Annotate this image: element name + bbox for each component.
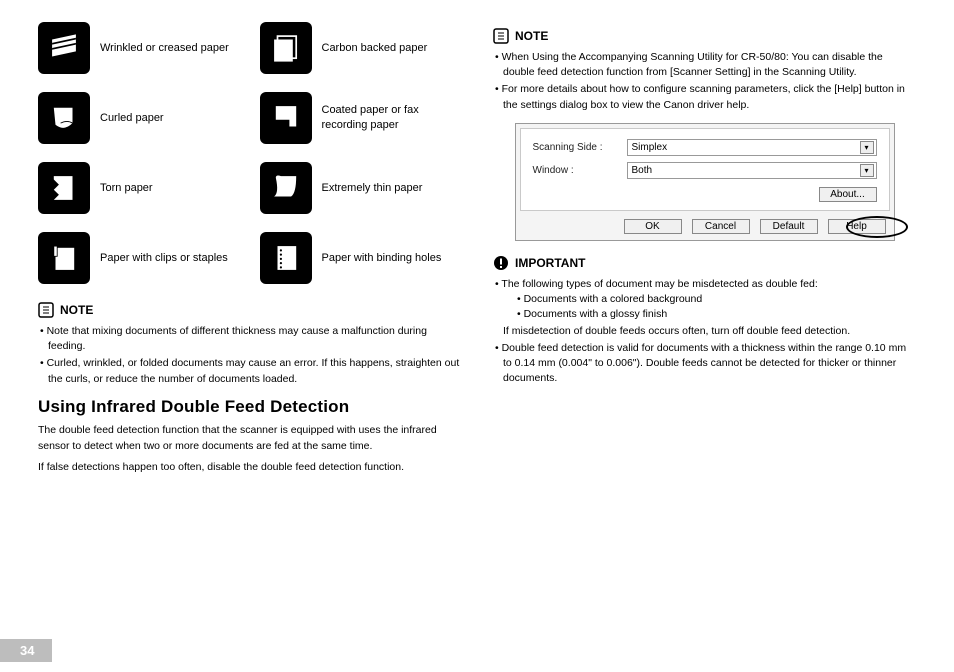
window-value: Both xyxy=(632,165,653,176)
paper-item-curled: Curled paper xyxy=(38,92,240,144)
paper-item-thin: Extremely thin paper xyxy=(260,162,462,214)
paper-item-coated: Coated paper or fax recording paper xyxy=(260,92,462,144)
thin-paper-icon xyxy=(260,162,312,214)
chevron-down-icon: ▾ xyxy=(860,141,874,154)
curled-paper-icon xyxy=(38,92,90,144)
section-heading: Using Infrared Double Feed Detection xyxy=(38,397,461,417)
left-column: Wrinkled or creased paper Carbon backed … xyxy=(38,22,461,612)
important-bullet: The following types of document may be m… xyxy=(495,277,916,339)
dialog-row-window: Window : Both ▾ xyxy=(533,162,877,179)
window-label: Window : xyxy=(533,165,617,176)
binding-paper-icon xyxy=(260,232,312,284)
note-icon xyxy=(493,28,509,44)
note-heading: NOTE xyxy=(493,28,916,44)
paper-item-clips: Paper with clips or staples xyxy=(38,232,240,284)
important-sub-bullet: Documents with a glossy finish xyxy=(517,307,916,322)
about-button[interactable]: About... xyxy=(819,187,877,202)
settings-dialog: Scanning Side : Simplex ▾ Window : Both … xyxy=(493,123,916,241)
default-button[interactable]: Default xyxy=(760,219,818,234)
paper-label: Wrinkled or creased paper xyxy=(100,41,229,56)
note-bullet: Curled, wrinkled, or folded documents ma… xyxy=(40,356,461,386)
note-heading: NOTE xyxy=(38,302,461,318)
important-icon xyxy=(493,255,509,271)
paper-label: Carbon backed paper xyxy=(322,41,428,56)
paper-type-grid: Wrinkled or creased paper Carbon backed … xyxy=(38,22,461,284)
important-bullet: Double feed detection is valid for docum… xyxy=(495,341,916,387)
paper-label: Coated paper or fax recording paper xyxy=(322,103,462,133)
note-bullet: Note that mixing documents of different … xyxy=(40,324,461,354)
ok-button[interactable]: OK xyxy=(624,219,682,234)
clips-paper-icon xyxy=(38,232,90,284)
page-number: 34 xyxy=(0,639,52,662)
note-label: NOTE xyxy=(515,29,548,43)
note-icon xyxy=(38,302,54,318)
note-label: NOTE xyxy=(60,303,93,317)
note-bullet: For more details about how to configure … xyxy=(495,82,916,112)
chevron-down-icon: ▾ xyxy=(860,164,874,177)
important-list: The following types of document may be m… xyxy=(493,277,916,387)
paper-label: Extremely thin paper xyxy=(322,181,423,196)
important-label: IMPORTANT xyxy=(515,256,585,270)
scanning-side-value: Simplex xyxy=(632,142,668,153)
dialog-button-row: OK Cancel Default Help xyxy=(516,215,894,240)
help-button[interactable]: Help xyxy=(828,219,886,234)
note-list: Note that mixing documents of different … xyxy=(38,324,461,387)
paper-label: Paper with binding holes xyxy=(322,251,442,266)
scanning-side-select[interactable]: Simplex ▾ xyxy=(627,139,877,156)
carbon-paper-icon xyxy=(260,22,312,74)
important-after-text: If misdetection of double feeds occurs o… xyxy=(503,324,916,339)
paper-item-binding: Paper with binding holes xyxy=(260,232,462,284)
paper-item-wrinkled: Wrinkled or creased paper xyxy=(38,22,240,74)
paper-label: Curled paper xyxy=(100,111,164,126)
important-bullet-text: The following types of document may be m… xyxy=(501,278,817,290)
note-bullet: When Using the Accompanying Scanning Uti… xyxy=(495,50,916,80)
window-select[interactable]: Both ▾ xyxy=(627,162,877,179)
dialog-panel: Scanning Side : Simplex ▾ Window : Both … xyxy=(520,128,890,211)
important-heading: IMPORTANT xyxy=(493,255,916,271)
cancel-button[interactable]: Cancel xyxy=(692,219,750,234)
right-column: NOTE When Using the Accompanying Scannin… xyxy=(493,22,916,612)
scanning-side-label: Scanning Side : xyxy=(533,142,617,153)
page-content: Wrinkled or creased paper Carbon backed … xyxy=(38,22,916,612)
coated-paper-icon xyxy=(260,92,312,144)
wrinkled-paper-icon xyxy=(38,22,90,74)
section-body: The double feed detection function that … xyxy=(38,423,461,455)
section-body: If false detections happen too often, di… xyxy=(38,460,461,476)
torn-paper-icon xyxy=(38,162,90,214)
paper-label: Torn paper xyxy=(100,181,153,196)
paper-item-carbon: Carbon backed paper xyxy=(260,22,462,74)
dialog-row-scanning-side: Scanning Side : Simplex ▾ xyxy=(533,139,877,156)
dialog-window: Scanning Side : Simplex ▾ Window : Both … xyxy=(515,123,895,241)
important-sublist: Documents with a colored background Docu… xyxy=(503,292,916,322)
important-sub-bullet: Documents with a colored background xyxy=(517,292,916,307)
note-list: When Using the Accompanying Scanning Uti… xyxy=(493,50,916,113)
paper-item-torn: Torn paper xyxy=(38,162,240,214)
paper-label: Paper with clips or staples xyxy=(100,251,228,266)
